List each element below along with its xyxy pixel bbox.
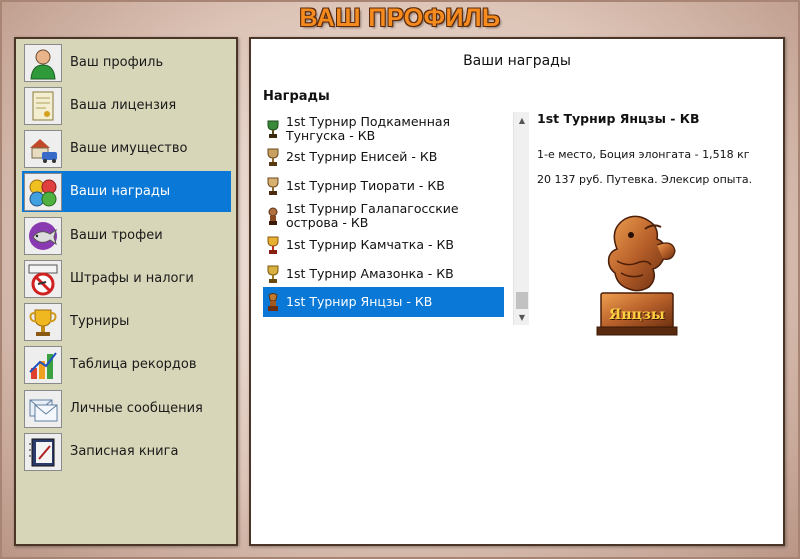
list-item-selected[interactable]: 1st Турнир Янцзы - КВ	[263, 287, 504, 317]
notebook-icon	[24, 432, 62, 471]
trophy-icon	[263, 205, 283, 227]
trophy-icon	[263, 234, 283, 256]
sidebar-item-label: Ваш профиль	[70, 55, 164, 70]
dragon-statue-icon: Янцзы	[587, 209, 687, 343]
awards-list[interactable]: 1st Турнир Подкаменная Тунгуска - КВ 2st…	[263, 112, 529, 325]
list-item[interactable]: 1st Турнир Амазонка - КВ	[263, 260, 504, 287]
chevron-down-icon[interactable]: ▼	[514, 309, 530, 325]
sidebar-item-label: Турниры	[70, 314, 130, 329]
page-title: ВАШ ПРОФИЛЬ	[299, 4, 501, 32]
sidebar-item-label: Штрафы и налоги	[70, 271, 194, 286]
sidebar-item-label: Ваши награды	[70, 184, 171, 199]
awards-icon	[24, 172, 62, 211]
trophy-icon	[263, 263, 283, 285]
sidebar-item-label: Личные сообщения	[70, 401, 203, 416]
sidebar: Ваш профиль Ваша лицензия Ваше имущество…	[14, 37, 238, 546]
list-item[interactable]: 1st Турнир Тиорати - КВ	[263, 172, 504, 199]
sidebar-item-profile[interactable]: Ваш профиль	[22, 42, 231, 83]
chevron-up-icon[interactable]: ▲	[514, 112, 530, 128]
tournament-cup-icon	[24, 302, 62, 341]
award-detail-title: 1st Турнир Янцзы - КВ	[537, 111, 700, 126]
sidebar-item-tournaments[interactable]: Турниры	[22, 301, 231, 342]
sidebar-item-trophies[interactable]: Ваши трофеи	[22, 215, 231, 256]
trophy-icon	[263, 175, 283, 197]
sidebar-item-awards[interactable]: Ваши награды	[22, 171, 231, 212]
sidebar-item-label: Ваше имущество	[70, 141, 188, 156]
list-item[interactable]: 1st Турнир Камчатка - КВ	[263, 232, 504, 258]
license-icon	[24, 86, 62, 125]
sidebar-item-property[interactable]: Ваше имущество	[22, 128, 231, 169]
property-icon	[24, 129, 62, 168]
list-item[interactable]: 1st Турнир Подкаменная Тунгуска - КВ	[263, 114, 504, 144]
sidebar-item-license[interactable]: Ваша лицензия	[22, 85, 231, 126]
user-icon	[24, 43, 62, 82]
sidebar-item-label: Записная книга	[70, 444, 179, 459]
sidebar-item-label: Таблица рекордов	[70, 357, 197, 372]
award-result: 1-е место, Боция элонгата - 1,518 кг	[537, 148, 750, 161]
scroll-thumb[interactable]	[516, 292, 528, 309]
sidebar-item-records[interactable]: Таблица рекордов	[22, 344, 231, 385]
sidebar-item-label: Ваши трофеи	[70, 228, 163, 243]
awards-list-label: Награды	[263, 89, 330, 104]
main-panel: Ваши награды Награды 1st Турнир Подкамен…	[249, 37, 785, 546]
fines-icon	[24, 259, 62, 298]
award-prize: 20 137 руб. Путевка. Элексир опыта.	[537, 173, 753, 186]
messages-icon	[24, 389, 62, 428]
fish-trophy-icon	[24, 216, 62, 255]
sidebar-item-messages[interactable]: Личные сообщения	[22, 388, 231, 429]
list-item[interactable]: 2st Турнир Енисей - КВ	[263, 144, 504, 170]
list-item[interactable]: 1st Турнир Галапагосские острова - КВ	[263, 201, 504, 231]
trophy-label: Янцзы	[609, 307, 665, 323]
records-chart-icon	[24, 345, 62, 384]
trophy-icon	[263, 291, 283, 313]
sidebar-item-notebook[interactable]: Записная книга	[22, 431, 231, 472]
trophy-icon	[263, 118, 283, 140]
sidebar-item-label: Ваша лицензия	[70, 98, 177, 113]
list-scrollbar[interactable]: ▲ ▼	[513, 112, 529, 325]
section-heading: Ваши награды	[463, 53, 571, 69]
sidebar-item-fines[interactable]: Штрафы и налоги	[22, 258, 231, 299]
trophy-icon	[263, 146, 283, 168]
